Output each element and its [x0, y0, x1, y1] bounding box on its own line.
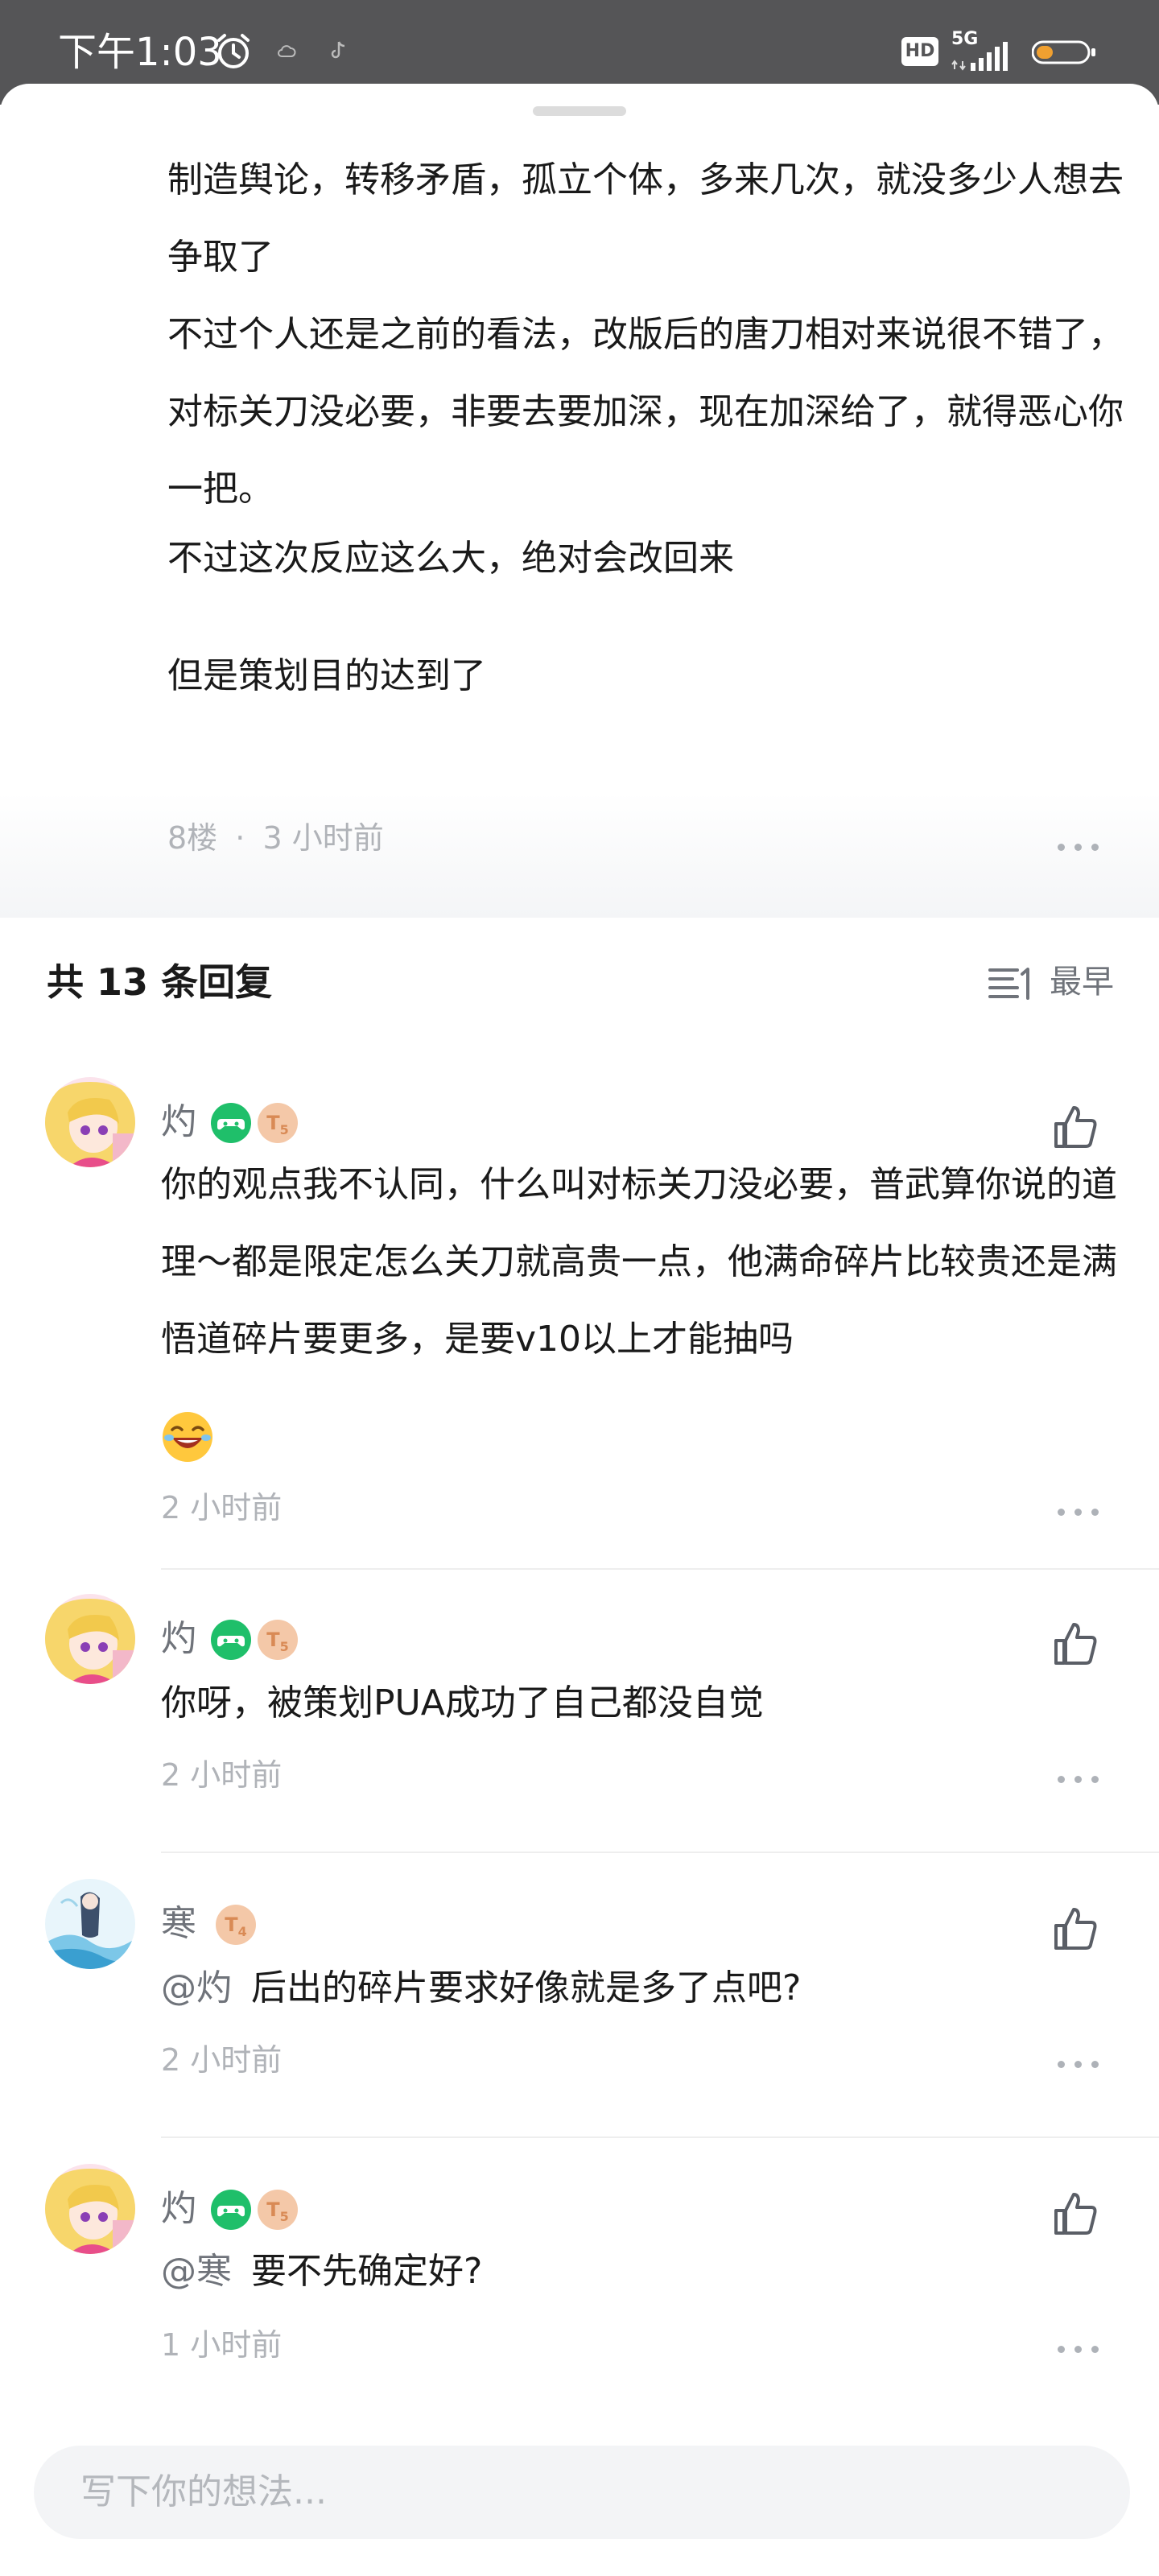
- replies-header: 共 13 条回复 最早: [0, 918, 1159, 1046]
- avatar[interactable]: [45, 2164, 135, 2254]
- comment-divider: [161, 1852, 1159, 1853]
- floor-number: 8楼: [167, 820, 218, 856]
- battery-icon: [1032, 40, 1095, 64]
- thumbs-up-icon[interactable]: [1051, 1905, 1099, 1953]
- notification-cloud-icon: [278, 45, 296, 57]
- avatar[interactable]: [45, 1879, 135, 1969]
- comment-item: 灼 T5 @寒 要不先确定好? 1 小时前: [0, 2164, 1159, 2389]
- post-paragraph: 不过个人还是之前的看法，改版后的唐刀相对来说很不错了，对标关刀没必要，非要去要加…: [167, 314, 1124, 510]
- drag-handle[interactable]: [533, 106, 626, 116]
- user-level-number: 5: [279, 2208, 289, 2224]
- sort-list-icon: [988, 968, 1029, 1000]
- avatar[interactable]: [45, 1077, 135, 1167]
- comment-item: 寒 T4 @灼 后出的碎片要求好像就是多了点吧? 2 小时前: [0, 1879, 1159, 2138]
- hd-voice-badge: HD: [901, 37, 938, 66]
- post-more-button[interactable]: [1054, 839, 1103, 855]
- comment-divider: [161, 1568, 1159, 1570]
- thumbs-up-icon[interactable]: [1051, 2190, 1099, 2238]
- status-time: 下午1:03: [58, 30, 222, 75]
- post-meta: 8楼 · 3 小时前: [167, 818, 384, 858]
- thumbs-up-icon[interactable]: [1051, 1620, 1099, 1668]
- comment-text: @灼 后出的碎片要求好像就是多了点吧?: [161, 1950, 1127, 2027]
- comment-more-button[interactable]: [1054, 1504, 1103, 1520]
- game-controller-badge-icon: [211, 2190, 251, 2230]
- game-controller-badge-icon: [211, 1103, 251, 1143]
- laughing-emoji-icon: [163, 1412, 212, 1462]
- avatar[interactable]: [45, 1594, 135, 1684]
- post-sheet: 制造舆论，转移矛盾，孤立个体，多来几次，就没多少人想去争取了 不过个人还是之前的…: [0, 84, 1159, 918]
- comment-username[interactable]: 寒: [161, 1900, 196, 1948]
- meta-separator: ·: [235, 820, 245, 856]
- comment-body: 要不先确定好?: [251, 2251, 483, 2292]
- user-level-number: 5: [279, 1121, 289, 1137]
- user-level-badge: T5: [258, 2190, 298, 2230]
- game-controller-badge-icon: [211, 1620, 251, 1660]
- replies-count: 共 13 条回复: [47, 960, 273, 1004]
- comment-username[interactable]: 灼: [161, 1098, 196, 1146]
- reply-input-placeholder: 写下你的想法...: [80, 2471, 327, 2512]
- network-type-label: 5G: [951, 29, 979, 49]
- comment-more-button[interactable]: [1054, 1771, 1103, 1787]
- thumbs-up-icon[interactable]: [1051, 1103, 1099, 1151]
- comment-item: 灼 T5 你的观点我不认同，什么叫对标关刀没必要，普武算你说的道理～都是限定怎么…: [0, 1077, 1159, 1570]
- user-level-number: 5: [279, 1638, 289, 1654]
- user-level-badge: T5: [258, 1103, 298, 1143]
- sort-label: 最早: [1050, 964, 1114, 1001]
- alarm-clock-icon: [217, 34, 250, 68]
- reply-input[interactable]: 写下你的想法...: [34, 2446, 1130, 2539]
- comment-text: @寒 要不先确定好?: [161, 2233, 1127, 2310]
- user-level-badge: T4: [216, 1905, 256, 1945]
- comment-body: 后出的碎片要求好像就是多了点吧?: [251, 1967, 802, 2008]
- post-paragraph: 制造舆论，转移矛盾，孤立个体，多来几次，就没多少人想去争取了: [167, 159, 1124, 278]
- comment-divider: [161, 2136, 1159, 2138]
- comment-time: 2 小时前: [161, 1757, 283, 1793]
- comment-username[interactable]: 灼: [161, 1615, 196, 1663]
- user-level-number: 4: [237, 1923, 247, 1939]
- comment-username[interactable]: 灼: [161, 2185, 196, 2233]
- bottom-fade: [0, 2359, 1159, 2407]
- comment-item: 灼 T5 你呀，被策划PUA成功了自己都没自觉 2 小时前: [0, 1594, 1159, 1853]
- comment-time: 2 小时前: [161, 1490, 283, 1525]
- comment-text: 你的观点我不认同，什么叫对标关刀没必要，普武算你说的道理～都是限定怎么关刀就高贵…: [161, 1164, 1117, 1360]
- post-paragraph: 不过这次反应这么大，绝对会改回来: [167, 538, 734, 579]
- comment-text: 你呀，被策划PUA成功了自己都没自觉: [161, 1682, 764, 1724]
- comment-more-button[interactable]: [1054, 2056, 1103, 2072]
- comment-more-button[interactable]: [1054, 2341, 1103, 2357]
- notification-tiktok-icon: [331, 41, 345, 59]
- mention-link[interactable]: @寒: [161, 2251, 232, 2292]
- user-level-badge: T5: [258, 1620, 298, 1660]
- post-time: 3 小时前: [262, 820, 384, 856]
- mention-link[interactable]: @灼: [161, 1967, 232, 2008]
- post-paragraph: 但是策划目的达到了: [167, 655, 486, 696]
- comment-time: 2 小时前: [161, 2042, 283, 2078]
- reply-bar: 写下你的想法...: [0, 2407, 1159, 2576]
